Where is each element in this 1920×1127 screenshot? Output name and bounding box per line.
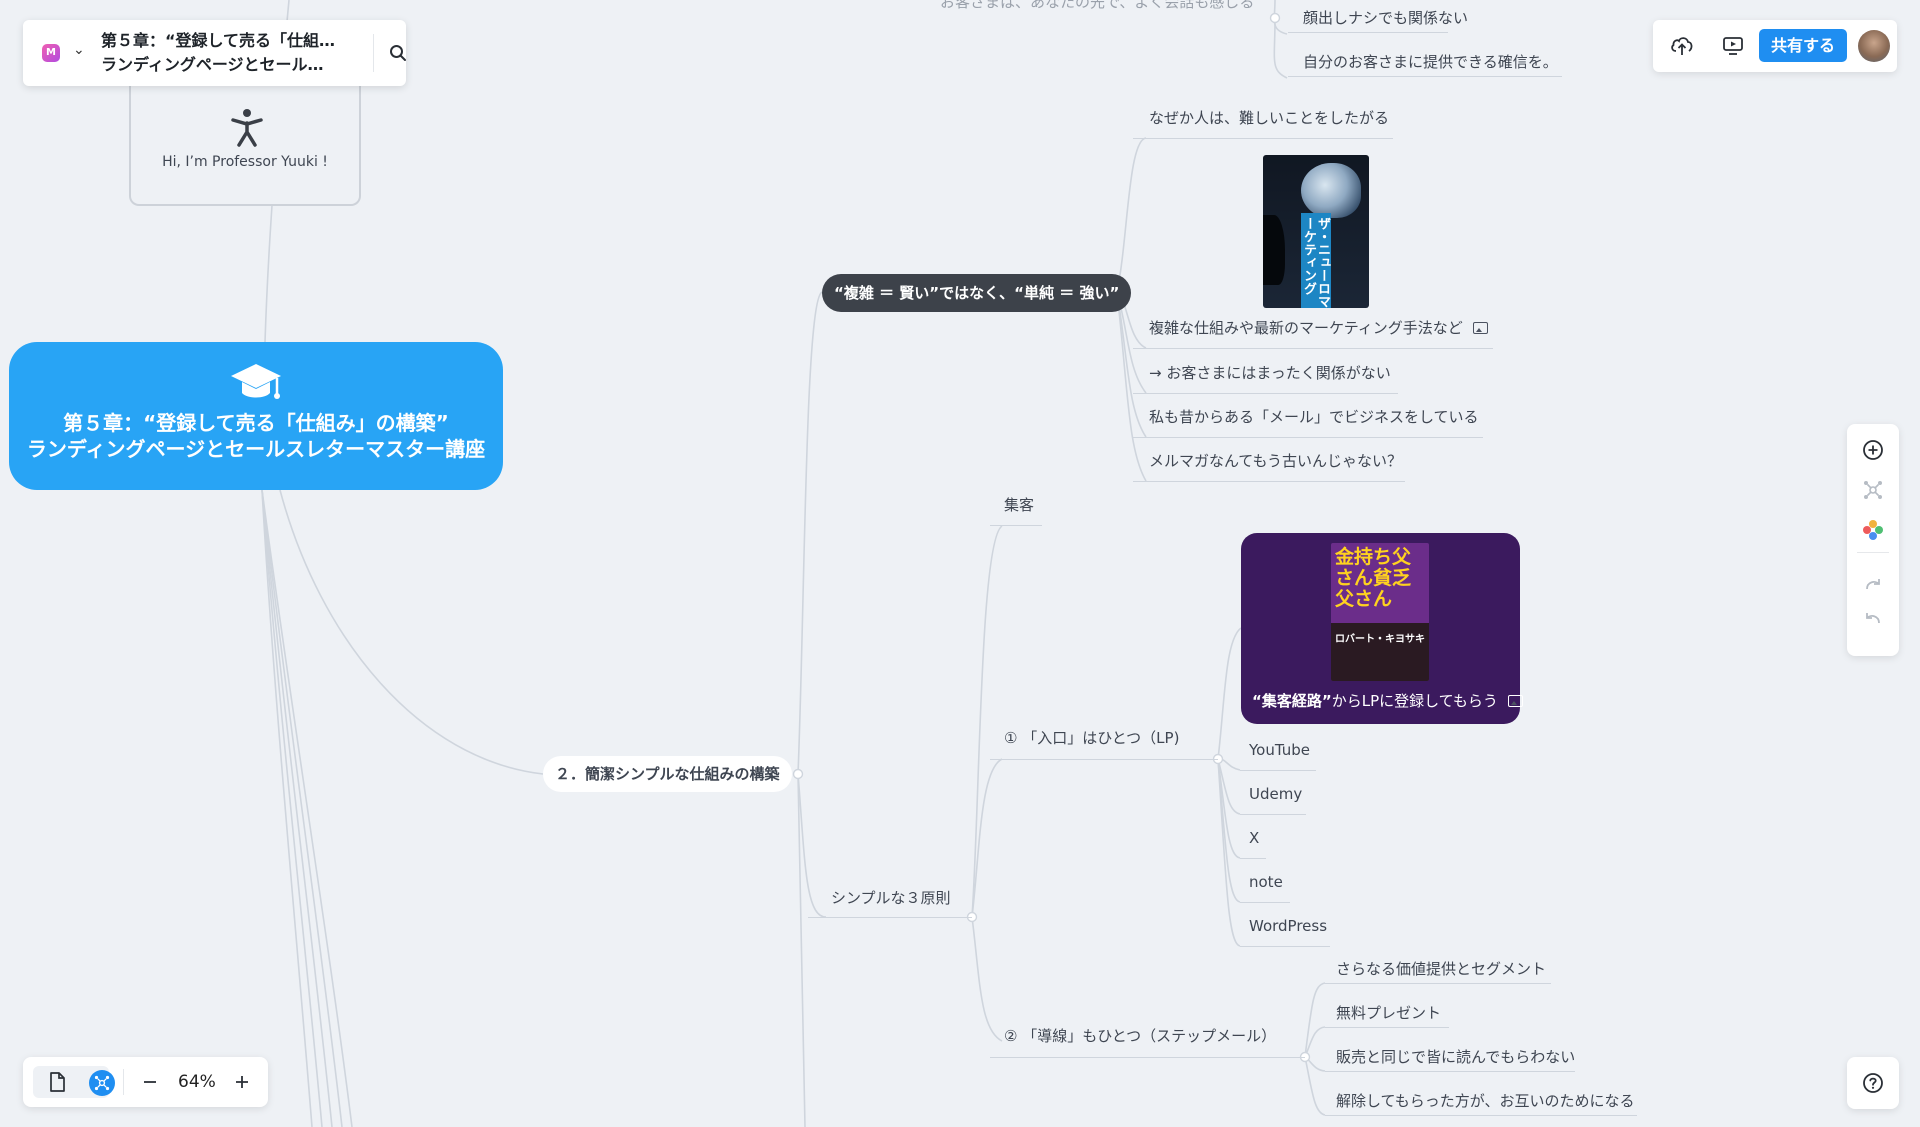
plus-circle-icon[interactable] — [1861, 438, 1885, 462]
map-node[interactable]: note — [1249, 872, 1283, 892]
map-node[interactable]: WordPress — [1249, 916, 1327, 936]
map-node[interactable]: → お客さまにはまったく関係がない — [1149, 363, 1391, 383]
share-button[interactable]: 共有する — [1759, 29, 1847, 62]
node-underline — [1325, 983, 1551, 984]
node-underline — [1240, 902, 1290, 903]
cloud-upload-icon[interactable] — [1670, 35, 1694, 57]
help-icon — [1863, 1073, 1883, 1093]
node-underline — [1325, 1115, 1637, 1116]
node-underline — [1133, 393, 1398, 394]
node-underline — [990, 525, 1042, 526]
node-underline — [1240, 946, 1330, 947]
mindmap-canvas[interactable]: お客さまは、あなたの先で、よく会話も感じる 顔出しナシでも関係ない 自分のお客さ… — [0, 0, 1920, 1127]
node-underline — [1240, 814, 1306, 815]
map-node[interactable]: ② 「導線」もひとつ（ステップメール） — [1004, 1026, 1276, 1046]
face-silhouette — [1263, 215, 1285, 285]
map-node[interactable]: なぜか人は、難しいことをしたがる — [1149, 108, 1389, 128]
map-node-with-image[interactable]: 複雑な仕組みや最新のマーケティング手法など — [1149, 318, 1488, 338]
root-title-line1: 第５章：“登録して売る「仕組み」の構築” — [63, 411, 449, 435]
chevron-down-icon[interactable]: ⌄ — [73, 42, 85, 58]
top-right-toolbar: 共有する — [1653, 20, 1897, 72]
map-node[interactable]: X — [1249, 828, 1259, 848]
divider — [123, 1069, 124, 1095]
help-button[interactable] — [1847, 1057, 1899, 1109]
book2-title: 金持ち父さん貧乏父さん — [1335, 546, 1412, 610]
person-icon — [231, 109, 263, 147]
mindmap-view-icon — [94, 1075, 110, 1091]
node-underline — [1288, 76, 1562, 77]
right-toolbar — [1847, 424, 1899, 656]
document-title-panel: M ⌄ 第５章：“登録して売る「仕組… ランディングページとセール… — [23, 20, 406, 86]
user-avatar[interactable] — [1858, 30, 1890, 62]
map-node[interactable]: YouTube — [1249, 740, 1310, 760]
map-node[interactable]: 無料プレゼント — [1336, 1003, 1441, 1023]
node-underline — [990, 759, 1218, 760]
document-title-line2: ランディングページとセール… — [101, 55, 324, 74]
topic-complex-vs-simple[interactable]: “複雑 ＝ 賢い”ではなく、“単純 ＝ 強い” — [822, 274, 1132, 312]
map-node[interactable]: 販売と同じで皆に読んでもらわない — [1336, 1047, 1575, 1067]
zoom-panel: 64% — [23, 1057, 268, 1107]
brain-illustration — [1301, 163, 1361, 218]
professor-label: Hi, I’m Professor Yuuki ! — [162, 154, 328, 170]
document-view-icon[interactable] — [47, 1071, 67, 1093]
node-label: 複雑な仕組みや最新のマーケティング手法など — [1149, 319, 1463, 337]
map-node[interactable]: メルマガなんてもう古いんじゃない？ — [1149, 451, 1402, 471]
view-mode-switch — [33, 1066, 115, 1098]
node-underline — [1240, 858, 1266, 859]
color-palette-icon[interactable] — [1861, 518, 1885, 542]
image-icon — [1472, 322, 1488, 334]
rich-dad-book-image: 金持ち父さん貧乏父さん ロバート・キヨサキ — [1331, 543, 1429, 681]
presentation-icon[interactable] — [1722, 35, 1744, 57]
zoom-level: 64% — [178, 1072, 216, 1092]
root-title-line2: ランディングページとセールスレターマスター講座 — [26, 437, 486, 461]
node-underline — [1133, 348, 1493, 349]
map-node[interactable]: Udemy — [1249, 784, 1302, 804]
divider — [1857, 552, 1889, 553]
undo-icon[interactable] — [1861, 606, 1885, 630]
mindmeister-logo-icon[interactable]: M — [42, 44, 60, 62]
book2-author: ロバート・キヨサキ — [1335, 634, 1425, 645]
search-icon[interactable] — [389, 44, 407, 62]
redo-icon[interactable] — [1861, 572, 1885, 596]
root-topic[interactable]: 第５章：“登録して売る「仕組み」の構築” ランディングページとセールスレターマス… — [9, 342, 503, 490]
caption-text: からLPに登録してもらう — [1331, 692, 1498, 710]
card-caption: “集客経路”からLPに登録してもらう — [1252, 690, 1523, 711]
node-underline — [1325, 1071, 1575, 1072]
map-node[interactable]: 私も昔からある「メール」でビジネスをしている — [1149, 407, 1479, 427]
node-underline — [808, 917, 972, 918]
node-underline — [990, 1057, 1305, 1058]
node-underline — [1133, 138, 1393, 139]
map-node[interactable]: お客さまは、あなたの先で、よく会話も感じる — [940, 0, 1254, 12]
neuromarketing-book-image[interactable]: ザ・ニューロマーケティング — [1263, 155, 1369, 308]
node-underline — [1133, 481, 1405, 482]
caption-bold: “集客経路” — [1252, 692, 1332, 710]
graduation-cap-icon — [231, 364, 281, 399]
map-node[interactable]: ① 「入口」はひとつ（LP) — [1004, 728, 1179, 748]
mindmap-view-button[interactable] — [89, 1070, 115, 1096]
node-underline — [1133, 437, 1483, 438]
zoom-out-icon[interactable] — [141, 1073, 159, 1091]
document-title[interactable]: 第５章：“登録して売る「仕組… ランディングページとセール… — [101, 29, 346, 77]
divider — [373, 34, 374, 72]
map-node[interactable]: 自分のお客さまに提供できる確信を。 — [1303, 52, 1558, 72]
image-icon — [1507, 695, 1523, 707]
node-underline — [1288, 32, 1448, 33]
map-node[interactable]: 顔出しナシでも関係ない — [1303, 8, 1468, 28]
node-underline — [1240, 770, 1316, 771]
map-node[interactable]: 解除してもらった方が、お互いのためになる — [1336, 1091, 1635, 1111]
map-node[interactable]: シンプルな３原則 — [831, 888, 951, 908]
acquisition-channel-card[interactable]: 金持ち父さん貧乏父さん ロバート・キヨサキ “集客経路”からLPに登録してもらう — [1241, 533, 1523, 724]
document-title-line1: 第５章：“登録して売る「仕組… — [101, 31, 336, 50]
zoom-in-icon[interactable] — [233, 1073, 251, 1091]
topic-section-2[interactable]: ２．簡潔シンプルな仕組みの構築 — [543, 756, 792, 792]
book1-title: ザ・ニューロマーケティング — [1301, 217, 1330, 308]
map-node[interactable]: さらなる価値提供とセグメント — [1336, 959, 1546, 979]
node-underline — [1325, 1027, 1449, 1028]
mindmap-layout-icon[interactable] — [1861, 478, 1885, 502]
map-node[interactable]: 集客 — [1004, 495, 1034, 515]
